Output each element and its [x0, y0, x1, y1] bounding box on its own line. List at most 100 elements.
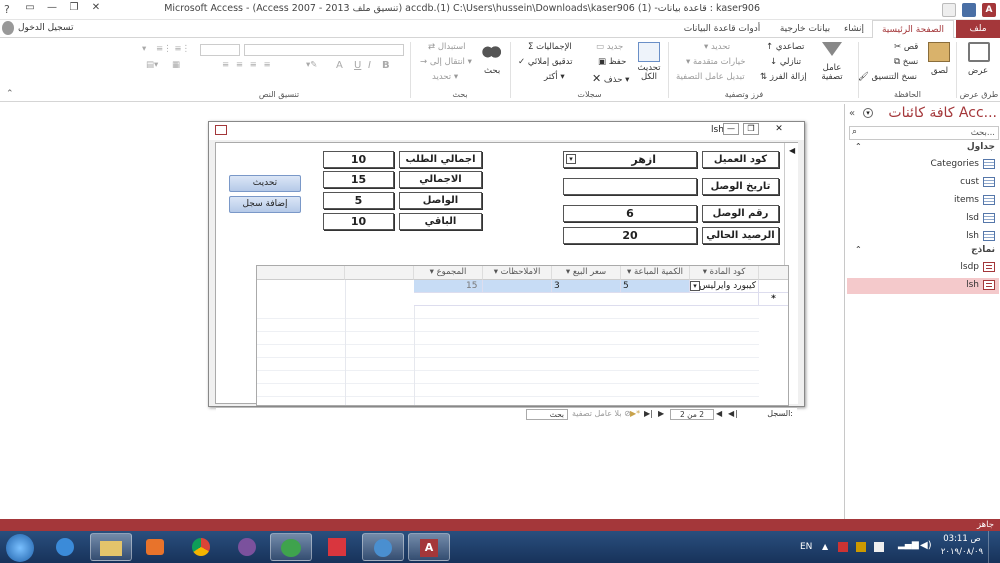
- previous-record-icon[interactable]: ◀: [716, 409, 722, 418]
- column-header-notes[interactable]: الاملاحظات ▾: [483, 266, 552, 280]
- nav-item-table[interactable]: Categories: [847, 157, 999, 173]
- minimize-icon[interactable]: —: [42, 2, 62, 17]
- column-header-sale-price[interactable]: سعر البيع ▾: [552, 266, 621, 280]
- tray-icon[interactable]: [856, 542, 866, 552]
- cell-item-code[interactable]: كيبورد وايرليس ▾: [690, 280, 759, 293]
- show-desktop-button[interactable]: [988, 531, 1000, 563]
- new-record-button[interactable]: جديد ▭: [596, 42, 623, 52]
- arrival-date-field[interactable]: [563, 178, 697, 195]
- current-record-field[interactable]: 2 من 2: [670, 409, 714, 420]
- app-icon[interactable]: [316, 533, 358, 561]
- new-record-row[interactable]: *: [257, 293, 788, 306]
- customer-code-combobox[interactable]: ازهر ▾: [563, 151, 697, 168]
- minimize-icon[interactable]: —: [723, 123, 739, 135]
- nav-item-form-selected[interactable]: lsh: [847, 278, 999, 294]
- alignment-icons[interactable]: ≡ ≡ ≡ ≡: [222, 60, 273, 70]
- nav-item-table[interactable]: lsd: [847, 211, 999, 227]
- language-indicator[interactable]: EN: [800, 542, 812, 552]
- font-name-dropdown[interactable]: [244, 44, 404, 56]
- paste-button-label[interactable]: لصق: [931, 66, 948, 76]
- tab-file[interactable]: ملف: [956, 20, 1000, 38]
- column-header-sum[interactable]: المجموع ▾: [414, 266, 483, 280]
- undo-icon[interactable]: [942, 3, 956, 17]
- column-header-blank[interactable]: [345, 266, 414, 280]
- tab-create[interactable]: إنشاء: [838, 20, 870, 38]
- internet-explorer-icon[interactable]: [44, 533, 86, 561]
- tab-home[interactable]: الصفحة الرئيسية: [872, 20, 954, 39]
- filter-button-label[interactable]: عامل تصفية: [818, 64, 846, 82]
- viber-icon[interactable]: [226, 533, 268, 561]
- help-icon[interactable]: ?: [4, 3, 10, 16]
- nav-search-input[interactable]: ⌕ بحث...: [849, 126, 999, 140]
- nav-item-table[interactable]: lsh: [847, 229, 999, 245]
- receipt-no-field[interactable]: 6: [563, 205, 697, 222]
- chrome-icon[interactable]: [180, 533, 222, 561]
- format-painter-button[interactable]: نسخ التنسيق 🖌: [858, 72, 917, 82]
- refresh-button[interactable]: تحديث: [229, 175, 301, 192]
- more-button[interactable]: ▾ أكثر: [544, 72, 565, 82]
- gridlines-icon[interactable]: ▦: [172, 60, 180, 70]
- last-record-icon[interactable]: ▶|: [644, 409, 653, 418]
- media-player-icon[interactable]: [134, 533, 176, 561]
- alternate-row-icon[interactable]: ▾▤: [146, 60, 158, 70]
- restore-icon[interactable]: ❐: [64, 2, 84, 17]
- column-header-qty-sold[interactable]: الكمية المباعة ▾: [621, 266, 690, 280]
- form-window-titlebar[interactable]: lsh — ❐ ✕: [209, 122, 804, 140]
- total-field[interactable]: 15: [323, 171, 394, 188]
- highlight-icon[interactable]: ✎▾: [306, 60, 317, 70]
- network-icon[interactable]: ▂▄▆: [898, 540, 919, 550]
- close-icon[interactable]: ✕: [86, 2, 106, 17]
- copy-button[interactable]: نسخ ⧉: [894, 57, 918, 67]
- delete-button[interactable]: ▾ حذف ✕: [592, 72, 629, 85]
- find-button-label[interactable]: بحث: [484, 66, 500, 76]
- cut-button[interactable]: قص ✂: [894, 42, 918, 52]
- cell-sum[interactable]: 15: [414, 280, 483, 293]
- ascending-button[interactable]: تصاعدي ↑: [766, 42, 804, 52]
- nav-header[interactable]: « ▾ كافة كائنات Acc...: [845, 104, 1000, 126]
- volume-icon[interactable]: ◀): [920, 540, 932, 551]
- bold-button[interactable]: B: [382, 60, 390, 71]
- nav-section-forms[interactable]: ⌃ نماذج: [847, 245, 999, 259]
- spelling-button[interactable]: تدقيق إملائي ✓: [518, 57, 573, 67]
- cell-qty-sold[interactable]: 5: [621, 280, 690, 293]
- file-explorer-icon[interactable]: [90, 533, 132, 561]
- tray-icon[interactable]: [838, 542, 848, 552]
- tab-database-tools[interactable]: أدوات قاعدة البيانات: [672, 20, 772, 38]
- toggle-filter-button[interactable]: تبديل عامل التصفية: [676, 72, 745, 82]
- show-hidden-icons-icon[interactable]: ▲: [822, 542, 828, 551]
- nav-section-tables[interactable]: ⌃ جداول: [847, 142, 999, 156]
- italic-button[interactable]: I: [368, 60, 371, 71]
- dropdown-arrow-icon[interactable]: ▾: [690, 281, 700, 291]
- select-button[interactable]: ▾ تحديد: [432, 72, 458, 82]
- restore-icon[interactable]: ❐: [743, 123, 759, 135]
- clear-format-icon[interactable]: ▾: [142, 44, 146, 54]
- add-record-button[interactable]: إضافة سجل: [229, 196, 301, 213]
- column-header-item-code[interactable]: كود المادة ▾: [690, 266, 759, 280]
- descending-button[interactable]: تنازلي ↓: [770, 57, 801, 67]
- advanced-button[interactable]: خيارات متقدمة ▾: [686, 57, 746, 67]
- current-balance-field[interactable]: 20: [563, 227, 697, 244]
- clock[interactable]: 03:11 ص ٢٠١٩/٠٨/٠٩: [940, 533, 984, 559]
- access-taskbar-icon[interactable]: A: [408, 533, 450, 561]
- nav-item-table[interactable]: cust: [847, 175, 999, 191]
- save-icon[interactable]: [962, 3, 976, 17]
- nav-item-form[interactable]: lsdp: [847, 260, 999, 276]
- font-size-dropdown[interactable]: [200, 44, 240, 56]
- replace-button[interactable]: استبدال ⇄: [428, 42, 465, 52]
- ribbon-display-options-icon[interactable]: ▭: [20, 2, 40, 17]
- action-center-icon[interactable]: [874, 542, 884, 552]
- next-record-icon[interactable]: ▶: [658, 409, 664, 418]
- font-color-button[interactable]: A: [336, 60, 343, 71]
- refresh-all-label[interactable]: تحديث الكل: [634, 64, 664, 82]
- order-total-field[interactable]: 10: [323, 151, 394, 168]
- collapse-ribbon-icon[interactable]: ⌃: [6, 89, 14, 99]
- refresh-all-icon[interactable]: [638, 42, 660, 62]
- filter-indicator[interactable]: ⊘ بلا عامل تصفية: [572, 409, 631, 418]
- selection-button[interactable]: تحديد ▾: [704, 42, 730, 52]
- new-record-nav-icon[interactable]: ▶*: [630, 409, 640, 418]
- tab-external-data[interactable]: بيانات خارجية: [774, 20, 836, 38]
- dropdown-arrow-icon[interactable]: ▾: [566, 154, 576, 164]
- view-icon[interactable]: [968, 42, 990, 62]
- app-icon[interactable]: [362, 533, 404, 561]
- remaining-field[interactable]: 10: [323, 213, 394, 230]
